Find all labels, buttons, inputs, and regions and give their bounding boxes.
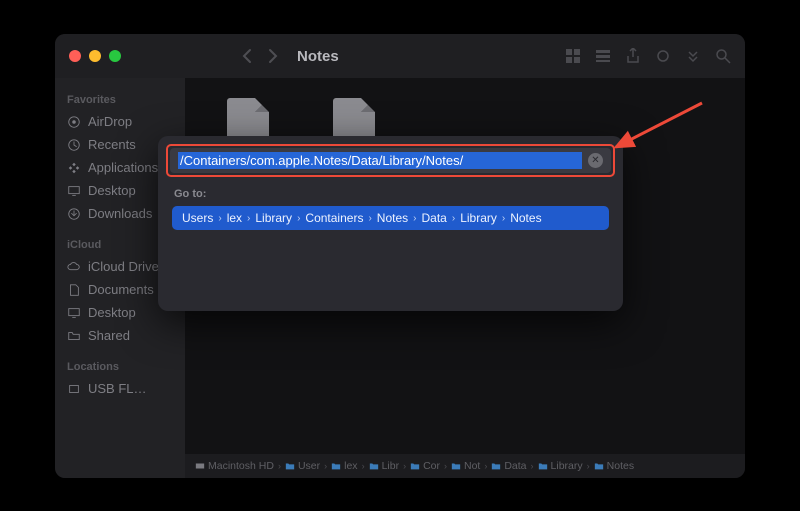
pathbar-segment[interactable]: Data [491, 460, 526, 472]
pathbar-segment[interactable]: Cor [410, 460, 440, 472]
chevron-right-icon: › [362, 461, 365, 471]
close-button[interactable] [69, 50, 81, 62]
clear-icon[interactable]: ✕ [588, 153, 603, 168]
goto-result-segment: Data [421, 211, 446, 225]
clock-icon [67, 138, 81, 152]
folder-icon [67, 329, 81, 343]
goto-result-segment: Containers [305, 211, 363, 225]
sidebar-item-usb[interactable]: USB FL… [63, 377, 177, 400]
cloud-icon [67, 260, 81, 274]
minimize-button[interactable] [89, 50, 101, 62]
sidebar-item-label: iCloud Drive [88, 259, 159, 274]
goto-input[interactable]: /Containers/com.apple.Notes/Data/Library… [170, 148, 611, 173]
sidebar-item-label: Desktop [88, 305, 136, 320]
toolbar-icons [565, 34, 731, 78]
chevron-right-icon: › [484, 461, 487, 471]
sidebar-item-label: Applications [88, 160, 158, 175]
sidebar-item-label: AirDrop [88, 114, 132, 129]
chevron-right-icon: › [368, 213, 371, 224]
share-icon[interactable] [625, 48, 641, 64]
zoom-button[interactable] [109, 50, 121, 62]
goto-result-segment: Library [460, 211, 497, 225]
pathbar-segment[interactable]: lex [331, 460, 357, 472]
sidebar-heading-locations: Locations [67, 361, 173, 373]
forward-button[interactable] [267, 48, 279, 64]
pathbar-segment[interactable]: Macintosh HD [195, 460, 274, 472]
search-icon[interactable] [715, 48, 731, 64]
nav-arrows [241, 48, 279, 64]
goto-input-highlight: /Containers/com.apple.Notes/Data/Library… [166, 144, 615, 177]
goto-result-segment: lex [227, 211, 242, 225]
chevron-right-icon: › [444, 461, 447, 471]
apps-icon [67, 161, 81, 175]
chevron-right-icon: › [502, 213, 505, 224]
chevron-right-icon: › [403, 461, 406, 471]
window-title: Notes [297, 48, 339, 65]
pathbar-segment[interactable]: Libr [369, 460, 400, 472]
downloads-icon [67, 207, 81, 221]
goto-result[interactable]: Users › lex › Library › Containers › Notes › Data ›… [172, 206, 609, 230]
chevron-right-icon: › [452, 213, 455, 224]
pathbar-segment[interactable]: User [285, 460, 320, 472]
desktop-icon [67, 306, 81, 320]
sidebar-item-label: Desktop [88, 183, 136, 198]
group-icon[interactable] [595, 48, 611, 64]
path-bar: Macintosh HD›User›lex›Libr›Cor›Not›Data›… [185, 454, 745, 478]
sidebar-item-label: Recents [88, 137, 136, 152]
chevron-right-icon: › [218, 213, 221, 224]
pathbar-segment[interactable]: Not [451, 460, 480, 472]
chevron-right-icon: › [278, 461, 281, 471]
view-grid-icon[interactable] [565, 48, 581, 64]
sidebar-item-label: Documents [88, 282, 154, 297]
chevron-right-icon: › [587, 461, 590, 471]
goto-input-value: /Containers/com.apple.Notes/Data/Library… [178, 152, 582, 169]
chevron-right-icon: › [247, 213, 250, 224]
sidebar-item-shared[interactable]: Shared [63, 324, 177, 347]
chevron-right-icon: › [413, 213, 416, 224]
sidebar-item-label: USB FL… [88, 381, 147, 396]
goto-result-segment: Notes [377, 211, 408, 225]
pathbar-segment[interactable]: Notes [594, 460, 634, 472]
titlebar: Notes [55, 34, 745, 78]
goto-result-segment: Notes [510, 211, 541, 225]
sidebar-item-airdrop[interactable]: AirDrop [63, 110, 177, 133]
tag-icon[interactable] [655, 48, 671, 64]
goto-result-segment: Users [182, 211, 213, 225]
document-icon [67, 283, 81, 297]
overflow-icon[interactable] [685, 48, 701, 64]
pathbar-segment[interactable]: Library [538, 460, 583, 472]
sidebar-item-label: Shared [88, 328, 130, 343]
sidebar-item-label: Downloads [88, 206, 152, 221]
drive-icon [67, 382, 81, 396]
goto-label: Go to: [174, 188, 206, 200]
goto-folder-sheet: /Containers/com.apple.Notes/Data/Library… [158, 136, 623, 311]
chevron-right-icon: › [324, 461, 327, 471]
chevron-right-icon: › [531, 461, 534, 471]
sidebar-heading-favorites: Favorites [67, 94, 173, 106]
desktop-icon [67, 184, 81, 198]
chevron-right-icon: › [297, 213, 300, 224]
back-button[interactable] [241, 48, 253, 64]
window-controls [69, 50, 121, 62]
airdrop-icon [67, 115, 81, 129]
goto-result-segment: Library [255, 211, 292, 225]
